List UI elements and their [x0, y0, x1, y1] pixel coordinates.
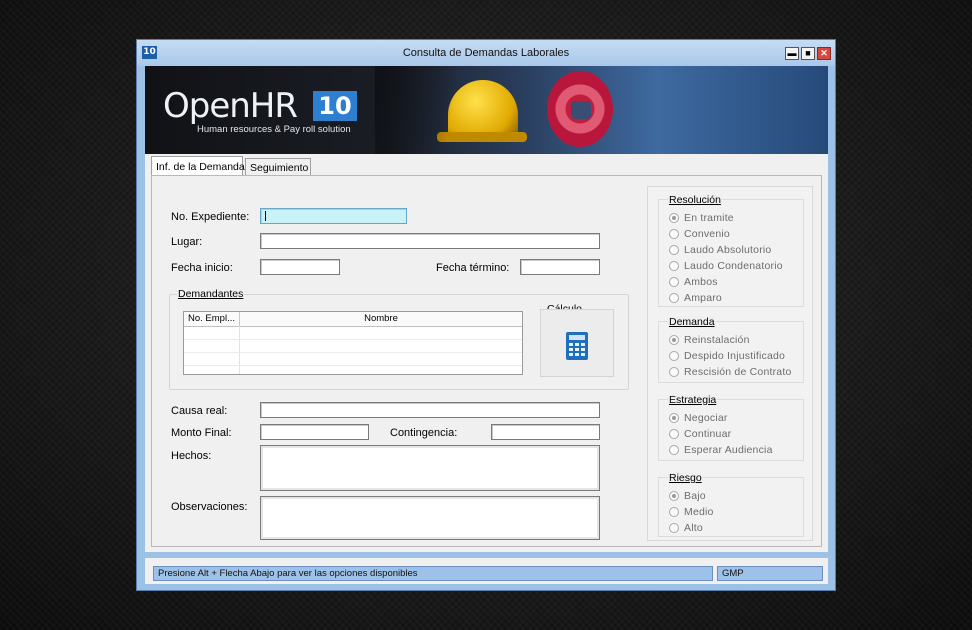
grid-row-line [184, 352, 522, 353]
demanda-group: Demanda Reinstalación Despido Injustific… [658, 316, 804, 383]
radio-indicator [669, 229, 679, 239]
demandantes-title: Demandantes [177, 288, 245, 300]
resolucion-group: Resolución En tramite Convenio Laudo Abs… [658, 194, 804, 307]
classification-panel: Resolución En tramite Convenio Laudo Abs… [647, 186, 813, 541]
hechos-textarea[interactable] [260, 445, 600, 491]
observaciones-label: Observaciones: [171, 501, 248, 513]
radio-label: Ambos [684, 276, 718, 288]
openhr-banner: OpenHR 10 Human resources & Pay roll sol… [145, 66, 828, 154]
radio-label: Despido Injustificado [684, 350, 786, 362]
title-bar[interactable]: 10 Consulta de Demandas Laborales ▬ ■ ✕ [137, 40, 835, 66]
radio-indicator [669, 491, 679, 501]
radio-label: Reinstalación [684, 334, 750, 346]
banner-fade [375, 66, 828, 154]
column-nombre[interactable]: Nombre [240, 312, 522, 326]
status-bar: Presione Alt + Flecha Abajo para ver las… [145, 558, 828, 584]
riesgo-title: Riesgo [668, 472, 703, 484]
minimize-button[interactable]: ▬ [785, 47, 799, 60]
resolucion-title: Resolución [668, 194, 722, 206]
radio-label: Amparo [684, 292, 722, 304]
tab-seguimiento[interactable]: Seguimiento [245, 158, 311, 176]
expediente-input[interactable] [260, 208, 407, 224]
grid-row-line [184, 365, 522, 366]
estrategia-title: Estrategia [668, 394, 718, 406]
estrategia-group: Estrategia Negociar Continuar Esperar Au… [658, 394, 804, 461]
logo-text: OpenHR [163, 86, 298, 126]
main-panel: Inf. de la Demanda Seguimiento No. Exped… [145, 154, 828, 552]
causa-input[interactable] [260, 402, 600, 418]
tab-page-inf-demanda: No. Expediente: Lugar: Fecha inicio: Fec… [151, 175, 822, 547]
logo-version-badge: 10 [313, 91, 357, 121]
demandantes-group: Demandantes No. Empl... Nombre Cálculo [169, 288, 629, 390]
radio-label: Negociar [684, 412, 728, 424]
fecha-inicio-input[interactable] [260, 259, 340, 275]
radio-label: Alto [684, 522, 703, 534]
riesgo-group: Riesgo Bajo Medio Alto [658, 472, 804, 537]
calculo-button[interactable] [540, 309, 614, 377]
radio-label: Continuar [684, 428, 732, 440]
radio-label: Rescisión de Contrato [684, 366, 792, 378]
window-title: Consulta de Demandas Laborales [402, 47, 570, 59]
expediente-label: No. Expediente: [171, 211, 250, 223]
hechos-label: Hechos: [171, 450, 212, 462]
fecha-termino-label: Fecha término: [436, 262, 510, 274]
radio-indicator [669, 277, 679, 287]
causa-label: Causa real: [171, 405, 228, 417]
observaciones-textarea[interactable] [260, 496, 600, 540]
radio-label: Laudo Absolutorio [684, 244, 772, 256]
text-caret [265, 211, 266, 221]
close-button[interactable]: ✕ [817, 47, 831, 60]
demanda-title: Demanda [668, 316, 716, 328]
radio-indicator [669, 523, 679, 533]
tab-inf-demanda[interactable]: Inf. de la Demanda [151, 156, 245, 176]
monto-label: Monto Final: [171, 427, 232, 439]
grid-header: No. Empl... Nombre [184, 312, 522, 327]
radio-indicator [669, 293, 679, 303]
status-hint: Presione Alt + Flecha Abajo para ver las… [153, 566, 713, 581]
fecha-termino-input[interactable] [520, 259, 600, 275]
radio-label: Laudo Condenatorio [684, 260, 783, 272]
radio-label: Convenio [684, 228, 730, 240]
logo-tagline: Human resources & Pay roll solution [197, 124, 351, 135]
lugar-input[interactable] [260, 233, 600, 249]
status-code: GMP [717, 566, 823, 581]
contingencia-input[interactable] [491, 424, 600, 440]
radio-indicator [669, 261, 679, 271]
radio-indicator [669, 413, 679, 423]
calculator-icon [566, 332, 588, 360]
radio-indicator [669, 367, 679, 377]
radio-indicator [669, 213, 679, 223]
contingencia-label: Contingencia: [390, 427, 458, 439]
fecha-inicio-label: Fecha inicio: [171, 262, 233, 274]
radio-indicator [669, 507, 679, 517]
radio-indicator [669, 429, 679, 439]
radio-indicator [669, 245, 679, 255]
radio-indicator [669, 445, 679, 455]
grid-column-divider [239, 326, 240, 374]
radio-label: Esperar Audiencia [684, 444, 773, 456]
lugar-label: Lugar: [171, 236, 203, 248]
demandantes-grid[interactable]: No. Empl... Nombre [183, 311, 523, 375]
monto-input[interactable] [260, 424, 369, 440]
radio-label: En tramite [684, 212, 734, 224]
maximize-button[interactable]: ■ [801, 47, 815, 60]
column-no-empleado[interactable]: No. Empl... [184, 312, 240, 326]
radio-label: Bajo [684, 490, 706, 502]
radio-label: Medio [684, 506, 714, 518]
radio-indicator [669, 351, 679, 361]
radio-indicator [669, 335, 679, 345]
app-window: 10 Consulta de Demandas Laborales ▬ ■ ✕ … [136, 39, 836, 591]
grid-row-line [184, 339, 522, 340]
